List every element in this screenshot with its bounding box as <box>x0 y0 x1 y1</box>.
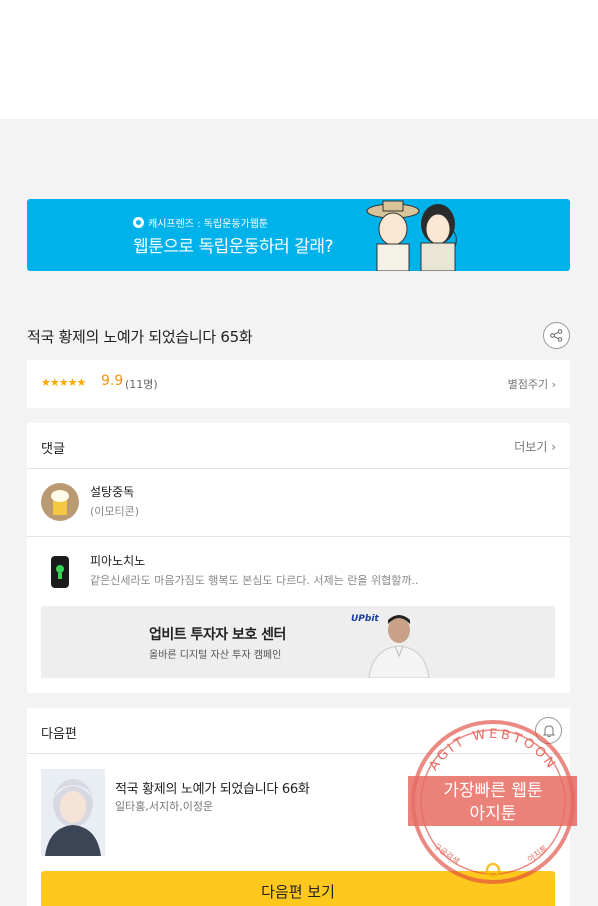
banner-illustration <box>366 200 457 271</box>
rating-score: 9.9 <box>101 373 124 389</box>
rate-button[interactable]: 별점주기 › <box>508 376 556 392</box>
next-episode-header: 다음편 <box>27 708 570 754</box>
comments-more-link[interactable]: 더보기 › <box>514 438 556 455</box>
next-episode-label: 다음편 <box>41 727 77 742</box>
episode-title-row: 적국 황제의 노예가 되었습니다 65화 <box>27 322 570 349</box>
next-episode-card: 다음편 적국 황제의 노예가 되었습니다 66화 일타홍,서지하,이정운 다음편… <box>27 708 570 906</box>
beer-avatar-icon <box>41 483 79 521</box>
comment-item[interactable]: 설탕중독 (이모티콘) <box>27 469 570 537</box>
rating-stars: ★★★★★ <box>41 376 86 389</box>
promo-banner[interactable]: 캐시프렌즈 : 독립운동가웹툰 웹툰으로 독립운동하러 갈래? <box>27 199 570 271</box>
notify-button[interactable] <box>535 717 562 744</box>
banner-headline: 웹툰으로 독립운동하러 갈래? <box>133 237 334 257</box>
share-icon <box>550 329 563 342</box>
comment-item[interactable]: 피아노치노 같은신세라도 마음가짐도 행복도 본심도 다르다. 서제는 란을 위… <box>27 538 570 606</box>
comment-author: 피아노치노 <box>90 554 146 568</box>
comments-card: 댓글 더보기 › 설탕중독 (이모티콘) 피아노치노 같은신세라도 마음가짐도 … <box>27 423 570 693</box>
cashfriends-logo-icon <box>133 217 144 228</box>
banner-sub-text: 캐시프렌즈 : 독립운동가웹툰 <box>148 219 269 230</box>
avatar <box>41 552 79 590</box>
top-blank-area <box>0 0 598 119</box>
comment-author: 설탕중독 <box>90 485 135 499</box>
lantern-avatar-icon <box>41 552 79 590</box>
next-episode-thumbnail[interactable] <box>41 769 105 856</box>
rating-count: (11명) <box>125 378 158 391</box>
upbit-ad-banner[interactable]: 업비트 투자자 보호 센터 올바른 디지털 자산 투자 캠페인 UPbit <box>41 606 555 678</box>
ad-title: 업비트 투자자 보호 센터 <box>149 627 286 643</box>
banner-sub: 캐시프렌즈 : 독립운동가웹툰 <box>133 215 268 230</box>
next-episode-title[interactable]: 적국 황제의 노예가 되었습니다 66화 <box>115 778 310 797</box>
next-episode-button[interactable]: 다음편 보기 <box>41 871 555 906</box>
comment-text: 같은신세라도 마음가짐도 행복도 본심도 다르다. 서제는 란을 위협할까.. <box>90 574 419 587</box>
avatar <box>41 483 79 521</box>
bell-icon <box>542 724 555 737</box>
episode-thumbnail-image <box>41 769 105 856</box>
share-button[interactable] <box>543 322 570 349</box>
episode-title: 적국 황제의 노예가 되었습니다 65화 <box>27 328 253 346</box>
comments-header: 댓글 더보기 › <box>27 423 570 469</box>
rating-card: ★★★★★ 9.9 (11명) 별점주기 › <box>27 360 570 408</box>
comment-text: (이모티콘) <box>90 505 140 518</box>
ad-subtitle: 올바른 디지털 자산 투자 캠페인 <box>149 650 282 661</box>
comments-label: 댓글 <box>41 442 65 457</box>
ad-person-image <box>368 615 430 678</box>
next-episode-authors: 일타홍,서지하,이정운 <box>115 800 214 813</box>
